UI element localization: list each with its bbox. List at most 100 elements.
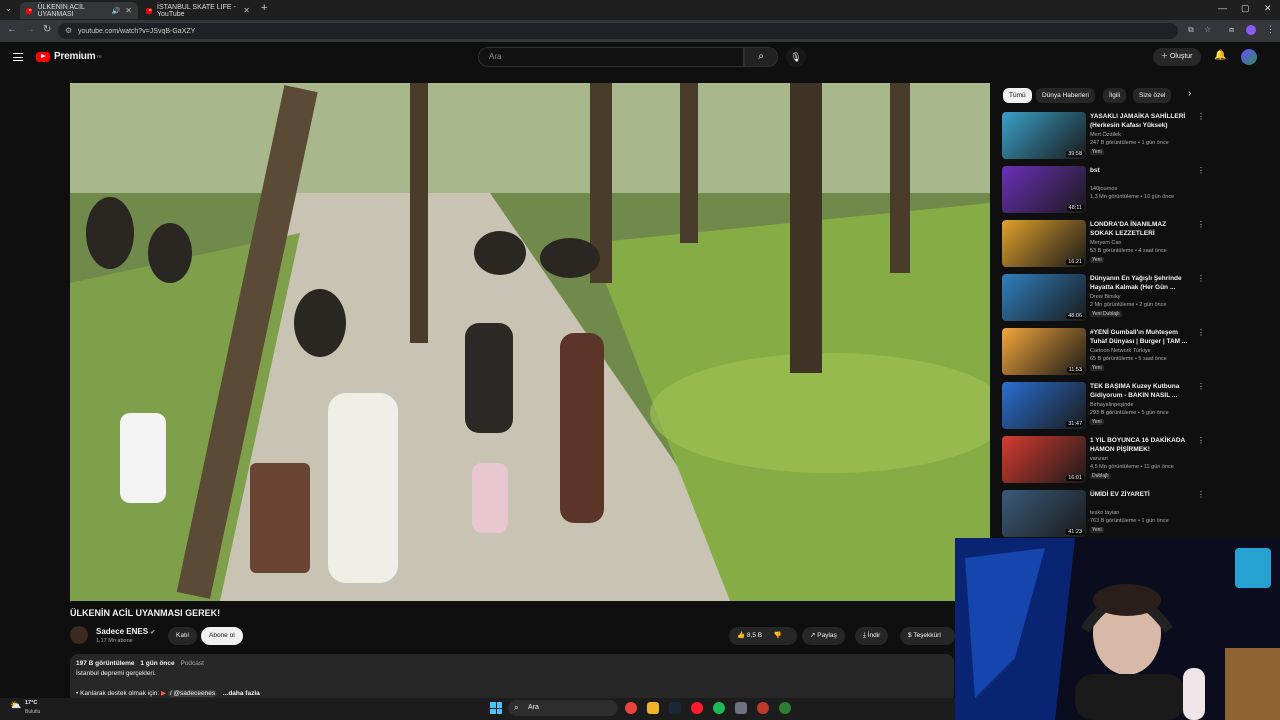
forward-icon[interactable]: → <box>25 24 35 35</box>
recommendation-item[interactable]: 11:53 #YENİ Gumball'ın Muhteşem Tuhaf Dün… <box>1002 328 1205 376</box>
recommendation-title[interactable]: YASAKLI JAMAİKA SAHİLLERİ (Herkesin Kafa… <box>1090 112 1190 130</box>
steam-icon[interactable] <box>669 702 681 714</box>
recommendation-thumbnail[interactable]: 11:53 <box>1002 328 1086 375</box>
search-button[interactable]: ⌕ <box>744 47 778 67</box>
recommendation-thumbnail[interactable]: 48:06 <box>1002 274 1086 321</box>
dislike-icon[interactable]: 👎 <box>774 632 782 639</box>
voice-search-button[interactable]: 🎙 <box>786 47 806 67</box>
maximize-button[interactable]: ▢ <box>1241 3 1250 14</box>
tab-close-icon[interactable]: ✕ <box>243 6 250 15</box>
more-actions-icon[interactable]: ⋮ <box>1197 436 1205 445</box>
recommendation-thumbnail[interactable]: 16:01 <box>1002 436 1086 483</box>
thanks-button[interactable]: $ Teşekkürl <box>900 627 955 645</box>
tab-close-icon[interactable]: ✕ <box>125 6 132 15</box>
chip-world-news[interactable]: Dünya Haberleri <box>1036 88 1095 103</box>
install-icon[interactable]: ⧉ <box>1188 25 1194 35</box>
opera-icon[interactable] <box>691 702 703 714</box>
chip-for-you[interactable]: Size özel <box>1133 88 1172 103</box>
more-actions-icon[interactable]: ⋮ <box>1197 274 1205 283</box>
file-explorer-icon[interactable] <box>647 702 659 714</box>
account-avatar[interactable] <box>1241 49 1257 65</box>
like-count[interactable]: 8,5 B <box>747 632 762 639</box>
tab-active[interactable]: ÜLKENİN ACİL UYANMASI 🔊 ✕ <box>20 2 138 19</box>
channel-name[interactable]: Sadece ENES ✔ <box>96 627 155 636</box>
recommendation-thumbnail[interactable]: 39:58 <box>1002 112 1086 159</box>
channel-avatar[interactable] <box>70 626 88 644</box>
more-actions-icon[interactable]: ⋮ <box>1197 166 1205 175</box>
recommendation-title[interactable]: Dünyanın En Yağışlı Şehrinde Hayatta Kal… <box>1090 274 1190 292</box>
recommendation-title[interactable]: bst <box>1090 166 1190 175</box>
join-button[interactable]: Katıl <box>168 627 198 645</box>
close-window-button[interactable]: ✕ <box>1264 3 1272 14</box>
more-actions-icon[interactable]: ⋮ <box>1197 490 1205 499</box>
chrome-icon[interactable] <box>625 702 637 714</box>
back-icon[interactable]: ← <box>7 24 17 35</box>
windows-start-icon[interactable] <box>490 702 502 714</box>
download-button[interactable]: ⤓ İndir <box>855 627 889 645</box>
extensions-icon[interactable]: ⧈ <box>1229 25 1234 35</box>
channel-mention-link[interactable]: / @sadeceenes <box>167 690 218 697</box>
share-button[interactable]: ↗ Paylaş <box>802 627 845 645</box>
site-info-icon[interactable]: ⚙ <box>65 26 72 35</box>
more-actions-icon[interactable]: ⋮ <box>1197 382 1205 391</box>
description-box[interactable]: 197 B görüntüleme 1 gün önce Podcast İst… <box>70 654 954 702</box>
profile-avatar[interactable] <box>1246 25 1256 35</box>
recommendation-item[interactable]: 16:21 LONDRA'DA İNANILMAZ SOKAK LEZZETLER… <box>1002 220 1205 268</box>
recommendation-item[interactable]: 41:23 ÜMİDİ EV ZİYARETİ tesko tayian 763 B … <box>1002 490 1205 538</box>
recommendation-channel[interactable]: Meryem Can <box>1090 240 1121 246</box>
recommendation-channel[interactable]: 140journos <box>1090 186 1117 192</box>
new-tab-button[interactable]: + <box>261 2 267 14</box>
chip-all[interactable]: Tümü <box>1003 88 1032 103</box>
create-button[interactable]: ＋ Oluştur <box>1153 48 1201 66</box>
chip-related[interactable]: İlgili <box>1103 88 1127 103</box>
recommendation-title[interactable]: ÜMİDİ EV ZİYARETİ <box>1090 490 1190 499</box>
more-actions-icon[interactable]: ⋮ <box>1197 328 1205 337</box>
menu-icon[interactable] <box>13 53 23 61</box>
recommendation-channel[interactable]: Cartoon Network Türkiye <box>1090 348 1151 354</box>
recommendation-item[interactable]: 39:58 YASAKLI JAMAİKA SAHİLLERİ (Herkesin… <box>1002 112 1205 160</box>
recommendation-item[interactable]: 48:06 Dünyanın En Yağışlı Şehrinde Hayatt… <box>1002 274 1205 322</box>
url-bar[interactable]: ⚙ youtube.com/watch?v=JSvqB-GaXZY <box>58 23 1178 39</box>
category-tag[interactable]: Podcast <box>180 660 204 667</box>
video-player[interactable] <box>70 83 990 601</box>
more-actions-icon[interactable]: ⋮ <box>1197 220 1205 229</box>
subscribe-button[interactable]: Abone ol <box>201 627 243 645</box>
like-icon[interactable]: 👍 <box>737 632 747 639</box>
browser-app-icon[interactable] <box>779 702 791 714</box>
more-actions-icon[interactable]: ⋮ <box>1197 112 1205 121</box>
recommendation-item[interactable]: 31:47 TEK BAŞIMA Kuzey Kutbuna Gidiyorum … <box>1002 382 1205 430</box>
recommendation-thumbnail[interactable]: 31:47 <box>1002 382 1086 429</box>
browser-menu-icon[interactable]: ⋮ <box>1266 24 1275 35</box>
recommendation-channel[interactable]: tesko tayian <box>1090 510 1119 516</box>
recommendation-thumbnail[interactable]: 16:21 <box>1002 220 1086 267</box>
speaker-icon[interactable]: 🔊 <box>112 7 121 15</box>
recommendation-channel[interactable]: vanzari <box>1090 456 1108 462</box>
settings-gear-icon[interactable] <box>735 702 747 714</box>
recommendation-title[interactable]: 1 YIL BOYUNCA 16 DAKİKADA HAMON PİŞİRMEK… <box>1090 436 1190 454</box>
recommendation-thumbnail[interactable]: 41:23 <box>1002 490 1086 537</box>
bookmark-star-icon[interactable]: ☆ <box>1204 25 1211 34</box>
search-input[interactable]: Ara <box>478 47 744 67</box>
show-more-link[interactable]: ...daha fazla <box>223 690 260 697</box>
recommendation-title[interactable]: TEK BAŞIMA Kuzey Kutbuna Gidiyorum - BAK… <box>1090 382 1190 400</box>
recommendation-item[interactable]: 48:11 bst 140journos 1,3 Mn görüntüleme • 1… <box>1002 166 1205 214</box>
chip-next-chevron-icon[interactable]: › <box>1188 88 1191 99</box>
taskbar-search[interactable]: ⌕ Ara <box>508 700 618 716</box>
tab-list-chevron-icon[interactable]: ⌄ <box>5 4 12 13</box>
recommendation-title[interactable]: #YENİ Gumball'ın Muhteşem Tuhaf Dünyası … <box>1090 328 1190 346</box>
youtube-premium-logo[interactable]: Premium TR <box>36 51 102 62</box>
recommendation-channel[interactable]: Drew Binsky <box>1090 294 1121 300</box>
minimize-button[interactable]: — <box>1218 3 1227 13</box>
notifications-bell-icon[interactable]: 🔔 <box>1214 50 1226 61</box>
reload-icon[interactable]: ↻ <box>43 24 51 35</box>
recommendation-title[interactable]: LONDRA'DA İNANILMAZ SOKAK LEZZETLERİ <box>1090 220 1190 238</box>
recommendation-channel[interactable]: Mert Özdilek <box>1090 132 1121 138</box>
spotify-icon[interactable] <box>713 702 725 714</box>
weather-label[interactable]: Bulutlu <box>25 709 40 715</box>
tab-inactive[interactable]: İSTANBUL SKATE LIFE - YouTube ✕ <box>140 2 256 19</box>
recommendation-thumbnail[interactable]: 48:11 <box>1002 166 1086 213</box>
app-icon[interactable] <box>757 702 769 714</box>
recommendation-item[interactable]: 16:01 1 YIL BOYUNCA 16 DAKİKADA HAMON PİŞ… <box>1002 436 1205 484</box>
weather-icon[interactable]: ⛅ <box>10 700 21 711</box>
recommendation-channel[interactable]: Birhayalinpeşinde <box>1090 402 1133 408</box>
